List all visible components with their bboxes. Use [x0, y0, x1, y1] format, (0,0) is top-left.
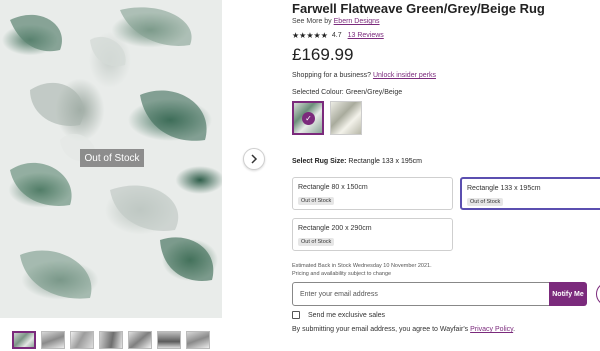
thumbnail-1[interactable] — [12, 331, 36, 349]
rug-size-selected-value: Rectangle 133 x 195cm — [348, 158, 422, 165]
size-option-80x150[interactable]: Rectangle 80 x 150cm Out of Stock — [292, 177, 453, 210]
terms-suffix: . — [513, 326, 516, 333]
stock-estimate-line1: Estimated Back in Stock Wednesday 10 Nov… — [292, 263, 432, 269]
next-image-button[interactable] — [243, 148, 265, 170]
size-option-200x290[interactable]: Rectangle 200 x 290cm Out of Stock — [292, 218, 453, 251]
size-option-status: Out of Stock — [298, 238, 335, 246]
size-option-133x195[interactable]: Rectangle 133 x 195cm Out of Stock — [460, 177, 600, 210]
thumbnail-7[interactable] — [186, 331, 210, 349]
exclusive-sales-checkbox[interactable] — [292, 311, 300, 319]
thumbnail-2[interactable] — [41, 331, 65, 349]
check-icon: ✓ — [302, 112, 315, 125]
thumbnail-3[interactable] — [70, 331, 94, 349]
partial-circle-button[interactable] — [596, 282, 600, 306]
terms-text: By submitting your email address, you ag… — [292, 326, 469, 333]
rating-value: 4.7 — [331, 32, 342, 39]
size-option-name: Rectangle 200 x 290cm — [298, 225, 372, 232]
see-more-line: See More by Ebern Designs — [292, 18, 380, 25]
thumbnail-5[interactable] — [128, 331, 152, 349]
see-more-prefix: See More by — [292, 18, 332, 25]
rating-row: ★★★★★ 4.7 13 Reviews — [292, 31, 384, 40]
exclusive-sales-row: Send me exclusive sales — [292, 311, 385, 319]
exclusive-sales-label: Send me exclusive sales — [308, 311, 386, 319]
thumbnail-strip — [12, 331, 210, 349]
stock-estimate-line2: Pricing and availability subject to chan… — [292, 270, 392, 277]
email-input[interactable]: Enter your email address — [292, 282, 550, 306]
business-prefix: Shopping for a business? — [292, 72, 371, 79]
colour-swatch-green-grey-beige[interactable]: ✓ — [292, 101, 324, 135]
notify-me-button[interactable]: Notify Me — [549, 282, 587, 306]
product-title: Farwell Flatweave Green/Grey/Beige Rug — [292, 1, 545, 16]
product-main-image[interactable]: Out of Stock — [0, 0, 222, 318]
business-line: Shopping for a business? Unlock insider … — [292, 72, 436, 79]
selected-colour-label: Selected Colour: Green/Grey/Beige — [292, 89, 403, 96]
size-option-status: Out of Stock — [467, 198, 504, 206]
brand-link[interactable]: Ebern Designs — [334, 18, 380, 25]
chevron-right-icon — [251, 154, 258, 164]
insider-perks-link[interactable]: Unlock insider perks — [373, 72, 436, 79]
colour-swatch-2[interactable] — [330, 101, 362, 135]
star-rating-icon: ★★★★★ — [292, 31, 328, 40]
size-option-name: Rectangle 80 x 150cm — [298, 184, 368, 191]
size-option-name: Rectangle 133 x 195cm — [467, 185, 541, 192]
reviews-link[interactable]: 13 Reviews — [348, 32, 384, 39]
rug-size-label: Select Rug Size: Rectangle 133 x 195cm — [292, 158, 422, 165]
notify-form: Enter your email address Notify Me — [292, 282, 587, 306]
out-of-stock-badge: Out of Stock — [80, 149, 144, 167]
size-option-status: Out of Stock — [298, 197, 335, 205]
privacy-policy-link[interactable]: Privacy Policy — [470, 326, 513, 333]
stock-estimate: Estimated Back in Stock Wednesday 10 Nov… — [292, 263, 432, 278]
rug-size-label-text: Select Rug Size: — [292, 158, 347, 165]
thumbnail-6[interactable] — [157, 331, 181, 349]
thumbnail-4[interactable] — [99, 331, 123, 349]
terms-line: By submitting your email address, you ag… — [292, 326, 515, 333]
price: £169.99 — [292, 45, 354, 64]
